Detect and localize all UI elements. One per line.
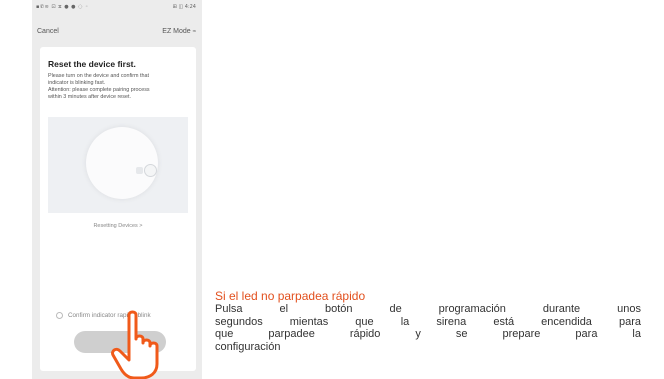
- caption-line: que parpadee rápido y se prepare para la: [215, 328, 641, 341]
- page-title: Reset the device first.: [48, 59, 136, 69]
- ez-mode-label: EZ Mode: [162, 28, 191, 35]
- cancel-button[interactable]: Cancel: [37, 28, 59, 35]
- status-bar: ▪✆≋ ⊡ ⧖ ● ● ◌ ◦ ⊞ ◫ 4:24: [32, 0, 202, 14]
- status-icons-left: ▪✆≋ ⊡ ⧖ ● ● ◌ ◦: [36, 4, 89, 10]
- caption-line: configuración: [215, 340, 281, 353]
- caption-title: Si el led no parpadea rápido: [215, 289, 366, 303]
- pointing-hand-icon: [111, 310, 159, 379]
- instruction-line: Attention: please complete pairing proce…: [48, 87, 150, 93]
- device-image: [86, 127, 158, 199]
- ez-mode-button[interactable]: EZ Mode ≈: [162, 28, 196, 35]
- instructions: Please turn on the device and confirm th…: [48, 73, 188, 101]
- radio-icon: [56, 312, 63, 319]
- status-icons-right: ⊞ ◫ 4:24: [172, 4, 196, 10]
- device-illustration: [48, 117, 188, 213]
- instruction-line: within 3 minutes after device reset.: [48, 94, 131, 100]
- indicator-light: [136, 167, 143, 174]
- instruction-line: indicator is blinking fast.: [48, 80, 106, 86]
- instruction-line: Please turn on the device and confirm th…: [48, 73, 149, 79]
- reset-card: Reset the device first. Please turn on t…: [40, 47, 196, 379]
- reset-button-graphic: [144, 164, 157, 177]
- caption-line: segundos mientas que la sirena está ence…: [215, 315, 641, 328]
- phone-screenshot: ▪✆≋ ⊡ ⧖ ● ● ◌ ◦ ⊞ ◫ 4:24 Cancel EZ Mode ≈…: [32, 0, 202, 379]
- resetting-devices-link[interactable]: Resetting Devices >: [40, 223, 196, 229]
- caption-line: Pulsa el botón de programación durante u…: [215, 303, 641, 315]
- caption-body: Pulsa el botón de programación durante u…: [215, 303, 641, 353]
- wifi-icon: ≈: [192, 29, 196, 35]
- nav-bar: Cancel EZ Mode ≈: [32, 26, 202, 40]
